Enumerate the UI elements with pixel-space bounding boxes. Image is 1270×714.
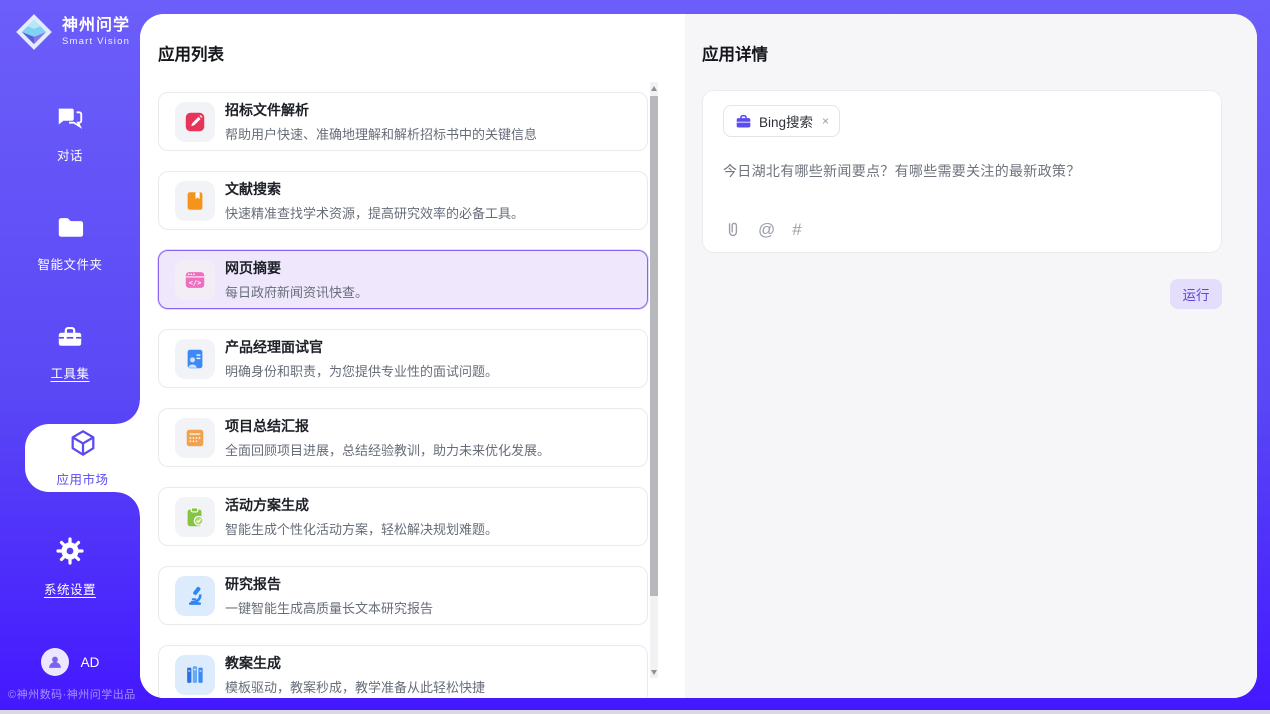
clipboard-check-icon: [175, 497, 215, 537]
app-card-title: 活动方案生成: [225, 495, 498, 515]
app-card-pm-interviewer[interactable]: 产品经理面试官明确身份和职责，为您提供专业性的面试问题。: [158, 329, 648, 388]
app-card-project-summary[interactable]: 项目总结汇报全面回顾项目进展，总结经验教训，助力未来优化发展。: [158, 408, 648, 467]
app-card-text: 网页摘要每日政府新闻资讯快查。: [225, 258, 368, 301]
microscope-icon: [175, 576, 215, 616]
folder-icon: [55, 213, 85, 246]
app-card-text: 产品经理面试官明确身份和职责，为您提供专业性的面试问题。: [225, 337, 498, 380]
sidebar-item-label: 系统设置: [44, 579, 96, 598]
sidebar-item-label: 对话: [57, 145, 83, 164]
app-card-title: 项目总结汇报: [225, 416, 550, 436]
tool-chip-bing-search[interactable]: Bing搜索 ×: [723, 105, 840, 137]
app-card-title: 产品经理面试官: [225, 337, 498, 357]
app-window: 神州问学 Smart Vision 对话 智能文件夹 工具集 应用市场系统设置: [0, 0, 1270, 714]
run-row: 运行: [702, 279, 1222, 309]
app-name: 神州问学: [62, 17, 130, 35]
briefcase-icon: [735, 113, 752, 130]
app-card-description: 每日政府新闻资讯快查。: [225, 282, 368, 301]
close-icon[interactable]: ×: [822, 114, 829, 128]
browser-code-icon: </>: [175, 260, 215, 300]
hash-icon[interactable]: #: [792, 221, 801, 239]
book-icon: [175, 181, 215, 221]
sidebar-item-smart-folder[interactable]: 智能文件夹: [0, 213, 140, 273]
app-list-panel: 应用列表 招标文件解析帮助用户快速、准确地理解和解析招标书中的关键信息 文献搜索…: [140, 14, 685, 698]
scrollbar[interactable]: [650, 82, 658, 678]
app-card-event-plan[interactable]: 活动方案生成智能生成个性化活动方案，轻松解决规划难题。: [158, 487, 648, 546]
app-card-title: 教案生成: [225, 653, 485, 673]
app-card-text: 活动方案生成智能生成个性化活动方案，轻松解决规划难题。: [225, 495, 498, 538]
tool-chip-label: Bing搜索: [759, 111, 813, 131]
app-detail-title: 应用详情: [702, 41, 1222, 65]
user-profile[interactable]: AD: [0, 648, 140, 676]
app-subtitle: Smart Vision: [62, 36, 130, 47]
note-icon: [175, 418, 215, 458]
attachment-toolbar: @ #: [723, 220, 802, 240]
books-icon: [175, 655, 215, 695]
resume-icon: [175, 339, 215, 379]
app-card-text: 教案生成模板驱动，教案秒成，教学准备从此轻松快捷: [225, 653, 485, 696]
sidebar-item-label: 应用市场: [56, 469, 108, 488]
person-icon: [46, 653, 64, 671]
logo-diamond-icon: [13, 11, 55, 53]
scroll-up-icon[interactable]: [650, 82, 658, 94]
sidebar-item-toolset[interactable]: 工具集: [0, 322, 140, 382]
app-card-text: 招标文件解析帮助用户快速、准确地理解和解析招标书中的关键信息: [225, 100, 537, 143]
app-card-title: 研究报告: [225, 574, 433, 594]
app-card-text: 研究报告一键智能生成高质量长文本研究报告: [225, 574, 433, 617]
sidebar-item-settings[interactable]: 系统设置: [0, 536, 140, 598]
cube-icon: [68, 428, 98, 463]
app-card-description: 全面回顾项目进展，总结经验教训，助力未来优化发展。: [225, 440, 550, 459]
avatar: [41, 648, 69, 676]
logo: 神州问学 Smart Vision: [13, 11, 130, 53]
scroll-down-icon[interactable]: [650, 666, 658, 678]
pen-square-icon: [175, 102, 215, 142]
scrollbar-thumb[interactable]: [650, 96, 658, 596]
app-list: 招标文件解析帮助用户快速、准确地理解和解析招标书中的关键信息 文献搜索快速精准查…: [158, 92, 648, 698]
app-list-title: 应用列表: [158, 41, 685, 65]
toolbox-icon: [55, 322, 85, 355]
app-card-web-summary[interactable]: </> 网页摘要每日政府新闻资讯快查。: [158, 250, 648, 309]
sidebar-item-chat[interactable]: 对话: [0, 102, 140, 164]
copyright-footer: ©神州数码·神州问学出品: [8, 686, 136, 702]
app-card-description: 一键智能生成高质量长文本研究报告: [225, 598, 433, 617]
gear-icon: [55, 536, 85, 571]
app-card-title: 文献搜索: [225, 179, 524, 199]
sidebar-item-app-market[interactable]: 应用市场: [25, 424, 140, 492]
sidebar-item-label: 智能文件夹: [37, 254, 102, 273]
sidebar-item-label: 工具集: [50, 363, 89, 382]
sidebar: 神州问学 Smart Vision 对话 智能文件夹 工具集 应用市场系统设置: [0, 0, 140, 710]
app-card-literature-search[interactable]: 文献搜索快速精准查找学术资源，提高研究效率的必备工具。: [158, 171, 648, 230]
app-detail-panel: 应用详情 Bing搜索 × 今日湖北有哪些新闻要点？有哪些需要关注的最新政策？: [685, 14, 1257, 698]
app-card-bid-parse[interactable]: 招标文件解析帮助用户快速、准确地理解和解析招标书中的关键信息: [158, 92, 648, 151]
app-card-title: 网页摘要: [225, 258, 368, 278]
app-card-lesson-plan[interactable]: 教案生成模板驱动，教案秒成，教学准备从此轻松快捷: [158, 645, 648, 698]
app-card-description: 智能生成个性化活动方案，轻松解决规划难题。: [225, 519, 498, 538]
run-button[interactable]: 运行: [1170, 279, 1222, 309]
main-content: 应用列表 招标文件解析帮助用户快速、准确地理解和解析招标书中的关键信息 文献搜索…: [140, 14, 1257, 698]
app-card-description: 模板驱动，教案秒成，教学准备从此轻松快捷: [225, 677, 485, 696]
app-card-description: 帮助用户快速、准确地理解和解析招标书中的关键信息: [225, 124, 537, 143]
prompt-input[interactable]: 今日湖北有哪些新闻要点？有哪些需要关注的最新政策？: [723, 161, 1201, 181]
at-mention-icon[interactable]: @: [758, 221, 775, 239]
app-card-description: 快速精准查找学术资源，提高研究效率的必备工具。: [225, 203, 524, 222]
app-card-research-report[interactable]: 研究报告一键智能生成高质量长文本研究报告: [158, 566, 648, 625]
app-card-title: 招标文件解析: [225, 100, 537, 120]
app-card-description: 明确身份和职责，为您提供专业性的面试问题。: [225, 361, 498, 380]
chat-icon: [55, 102, 85, 137]
svg-text:</>: </>: [189, 278, 201, 286]
paperclip-icon[interactable]: [723, 220, 741, 240]
prompt-card: Bing搜索 × 今日湖北有哪些新闻要点？有哪些需要关注的最新政策？ @ #: [702, 90, 1222, 253]
user-initials: AD: [81, 655, 100, 670]
app-card-text: 文献搜索快速精准查找学术资源，提高研究效率的必备工具。: [225, 179, 524, 222]
app-card-text: 项目总结汇报全面回顾项目进展，总结经验教训，助力未来优化发展。: [225, 416, 550, 459]
